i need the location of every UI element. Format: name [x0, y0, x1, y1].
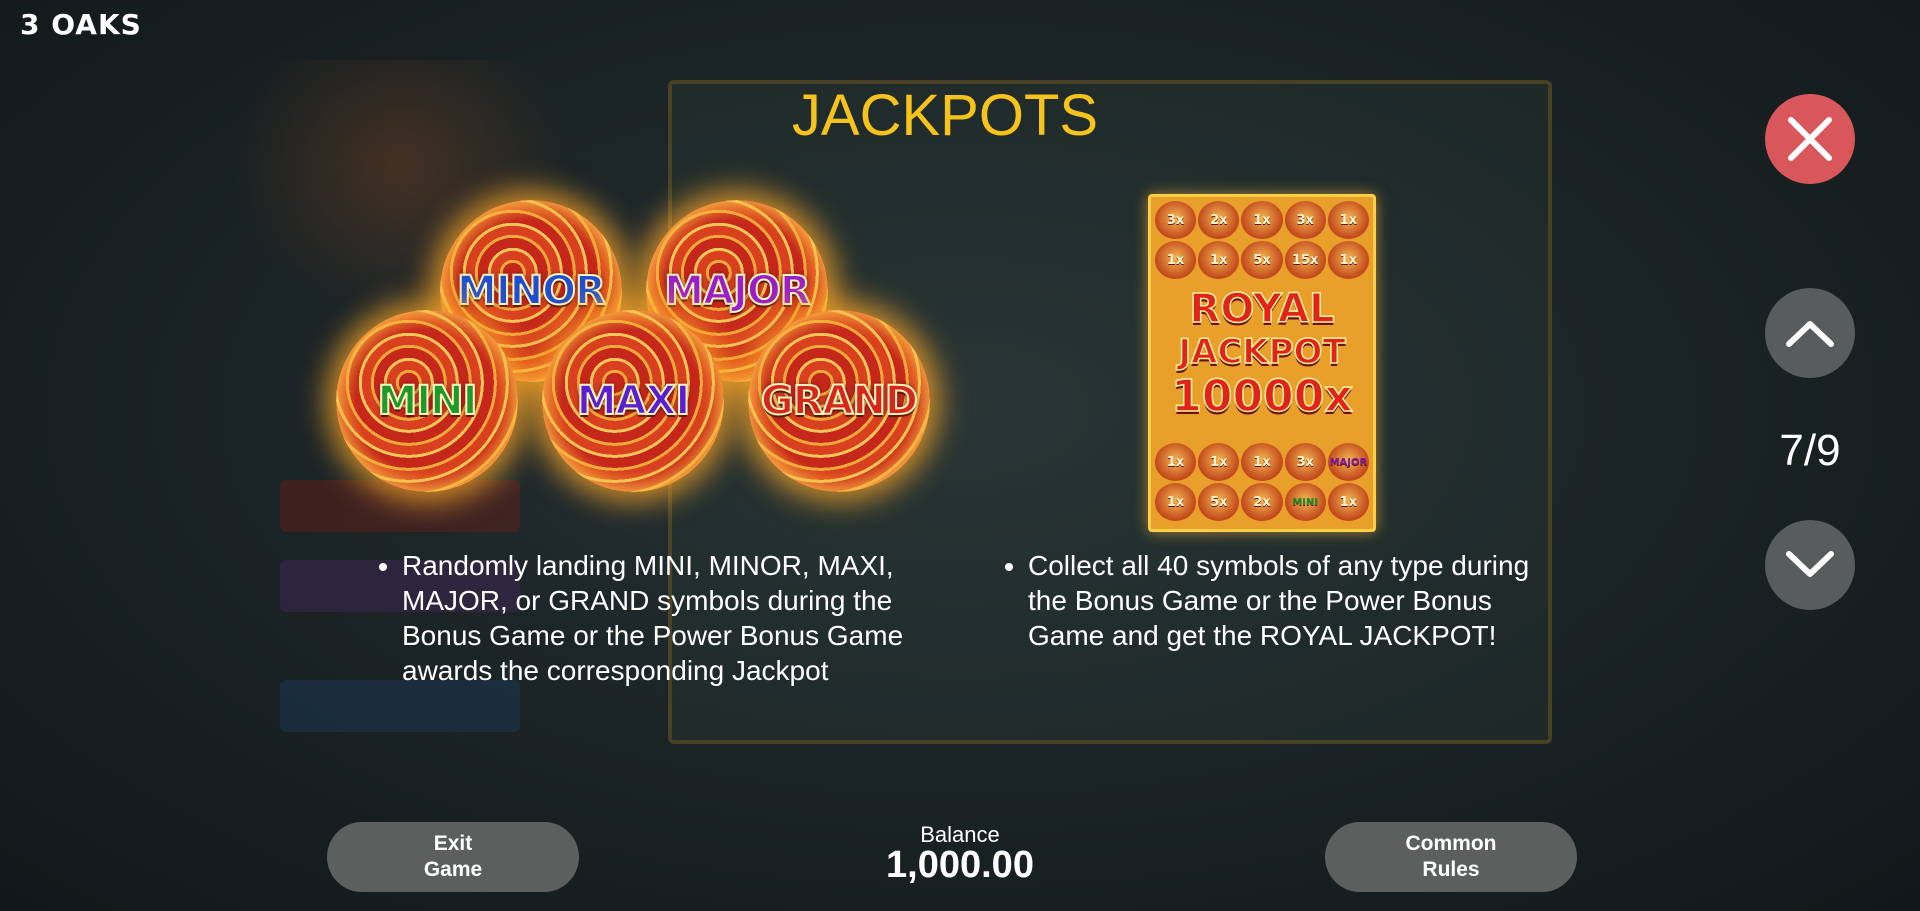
multiplier-chip: 1x — [1327, 241, 1369, 279]
multiplier-chip: 1x — [1241, 201, 1283, 239]
orb-maxi: MAXI — [542, 310, 724, 492]
chevron-up-icon — [1786, 321, 1834, 347]
royal-jackpot-text: ROYAL JACKPOT 10000x — [1151, 286, 1373, 422]
major-chip: MAJOR — [1327, 443, 1369, 481]
royal-jackpot-line2: JACKPOT — [1178, 332, 1347, 372]
multiplier-chip: 2x — [1198, 201, 1240, 239]
multiplier-chip: 1x — [1241, 443, 1283, 481]
chip-grid-bottom: 1x 1x 1x 3x MAJOR 1x 5x 2x MINI 1x — [1155, 443, 1369, 521]
orb-mini-label: MINI — [376, 377, 478, 425]
royal-jackpot-line1: ROYAL — [1189, 286, 1335, 332]
multiplier-chip: 5x — [1241, 241, 1283, 279]
multiplier-chip: 15x — [1284, 241, 1326, 279]
multiplier-chip: 5x — [1198, 483, 1240, 521]
close-button[interactable] — [1765, 94, 1855, 184]
previous-page-button[interactable] — [1765, 288, 1855, 378]
common-rules-button[interactable]: Common Rules — [1325, 822, 1577, 892]
multiplier-chip: 1x — [1155, 241, 1197, 279]
multiplier-chip: 1x — [1327, 483, 1369, 521]
multiplier-chip: 1x — [1155, 443, 1197, 481]
orb-grand: GRAND — [748, 310, 930, 492]
orb-minor-label: MINOR — [456, 267, 607, 315]
multiplier-chip: 3x — [1155, 201, 1197, 239]
orb-grand-label: GRAND — [760, 377, 919, 425]
orb-major-label: MAJOR — [663, 267, 811, 315]
multiplier-chip: 1x — [1155, 483, 1197, 521]
chip-grid-top: 3x 2x 1x 3x 1x 1x 1x 5x 15x 1x — [1155, 201, 1369, 279]
orb-mini: MINI — [336, 310, 518, 492]
close-icon — [1788, 117, 1832, 161]
description-left: Randomly landing MINI, MINOR, MAXI, MAJO… — [368, 548, 928, 688]
royal-jackpot-image: 3x 2x 1x 3x 1x 1x 1x 5x 15x 1x ROYAL JAC… — [1148, 194, 1376, 532]
royal-jackpot-multiplier: 10000x — [1171, 371, 1354, 422]
page-indicator: 7/9 — [1779, 426, 1841, 475]
page-title: JACKPOTS — [791, 83, 1099, 148]
multiplier-chip: 3x — [1284, 443, 1326, 481]
multiplier-chip: 2x — [1241, 483, 1283, 521]
multiplier-chip: 3x — [1284, 201, 1326, 239]
multiplier-chip: 1x — [1198, 443, 1240, 481]
mini-chip: MINI — [1284, 483, 1326, 521]
jackpot-orbs: MINOR MAJOR MINI MAXI GRAND — [330, 200, 950, 520]
description-right: Collect all 40 symbols of any type durin… — [994, 548, 1554, 653]
description-right-text: Collect all 40 symbols of any type durin… — [1028, 548, 1554, 653]
orb-maxi-label: MAXI — [576, 377, 691, 425]
next-page-button[interactable] — [1765, 520, 1855, 610]
balance-value: 1,000.00 — [886, 844, 1034, 886]
brand-logo: 3 OAKS — [20, 8, 142, 41]
multiplier-chip: 1x — [1198, 241, 1240, 279]
multiplier-chip: 1x — [1327, 201, 1369, 239]
description-left-text: Randomly landing MINI, MINOR, MAXI, MAJO… — [402, 548, 928, 688]
chevron-down-icon — [1786, 551, 1834, 577]
